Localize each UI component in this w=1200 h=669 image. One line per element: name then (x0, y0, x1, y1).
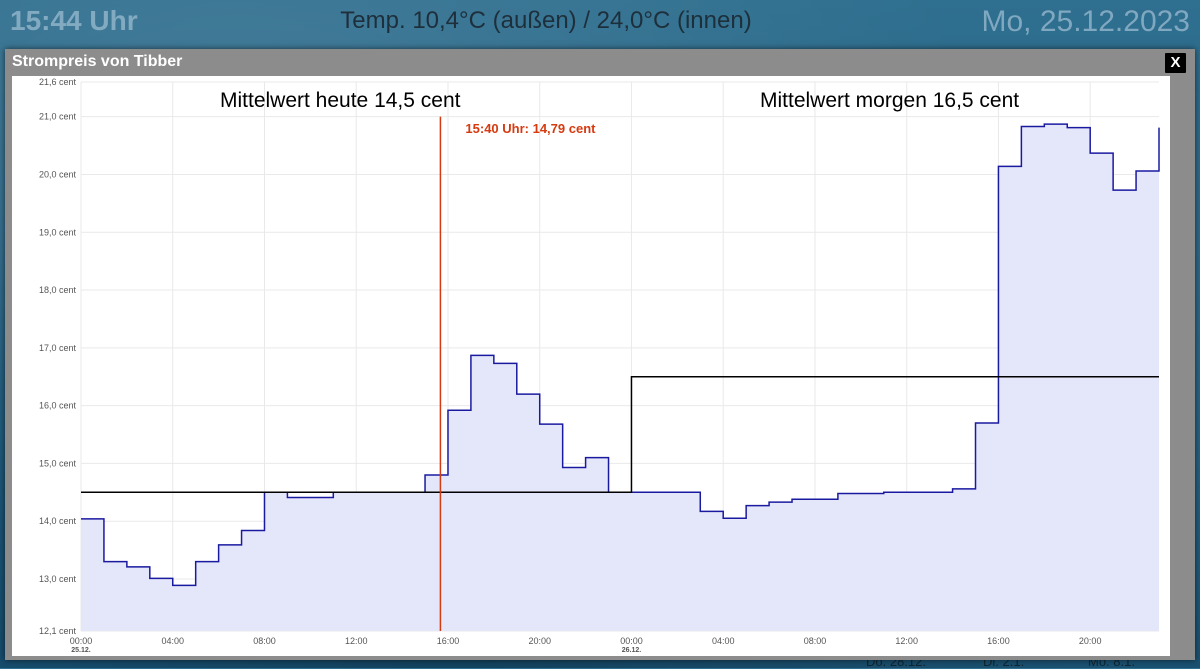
price-chart: 12,1 cent 13,0 cent 14,0 cent 15,0 cent 16,0… (0, 76, 1200, 656)
x-tick-label: 12:00 (345, 636, 368, 646)
tomorrow-mean-annotation: Mittelwert morgen 16,5 cent (760, 89, 1019, 112)
x-tick-label: 00:00 (620, 636, 643, 646)
x-tick-label: 12:00 (895, 636, 918, 646)
y-tick-label: 19,0 cent (39, 227, 77, 237)
y-tick-label: 18,0 cent (39, 285, 77, 295)
y-tick-label: 12,1 cent (39, 626, 77, 636)
y-tick-label: 13,0 cent (39, 574, 77, 584)
x-tick-label: 20:00 (1079, 636, 1102, 646)
today-mean-annotation: Mittelwert heute 14,5 cent (220, 89, 461, 112)
y-tick-label: 15,0 cent (39, 458, 77, 468)
x-tick-label: 16:00 (987, 636, 1010, 646)
x-tick-label: 00:00 (70, 636, 93, 646)
x-tick-label: 20:00 (528, 636, 551, 646)
y-tick-label: 14,0 cent (39, 516, 77, 526)
y-tick-label: 21,6 cent (39, 77, 77, 87)
current-date: Mo, 25.12.2023 (981, 5, 1191, 38)
x-tick-label: 16:00 (437, 636, 460, 646)
temperature-readout: Temp. 10,4°C (außen) / 24,0°C (innen) (340, 7, 752, 34)
y-tick-label: 20,0 cent (39, 169, 77, 179)
price-chart-svg: 12,1 cent 13,0 cent 14,0 cent 15,0 cent 16,0… (12, 76, 1170, 656)
top-bar: 15:44 Uhr Temp. 10,4°C (außen) / 24,0°C … (0, 0, 1200, 48)
x-tick-date-label: 25.12. (71, 647, 91, 654)
y-tick-label: 16,0 cent (39, 401, 77, 411)
x-tick-label: 04:00 (712, 636, 735, 646)
current-price-label: 15:40 Uhr: 14,79 cent (465, 121, 596, 136)
y-tick-label: 21,0 cent (39, 112, 77, 122)
x-tick-label: 04:00 (161, 636, 184, 646)
y-tick-label: 17,0 cent (39, 343, 77, 353)
x-tick-date-label: 26.12. (622, 647, 642, 654)
x-tick-label: 08:00 (253, 636, 276, 646)
dialog-title: Strompreis von Tibber (12, 53, 183, 70)
close-button[interactable]: X (1165, 53, 1186, 73)
x-tick-label: 08:00 (804, 636, 827, 646)
